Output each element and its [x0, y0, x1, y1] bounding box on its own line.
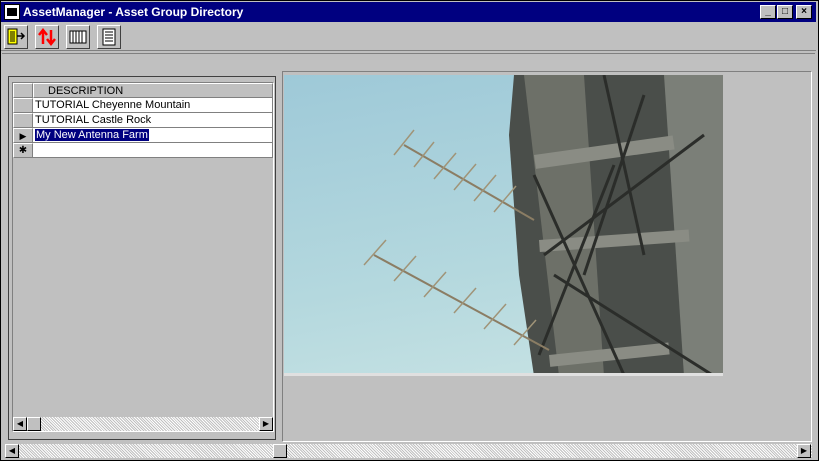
- columns-button[interactable]: [66, 25, 90, 49]
- scroll-left-button[interactable]: ◀: [13, 417, 27, 431]
- title-bar[interactable]: AssetManager - Asset Group Directory _ □…: [1, 2, 816, 22]
- toolbar: [1, 23, 816, 51]
- table-row-selected[interactable]: My New Antenna Farm: [33, 128, 273, 143]
- description-cell: TUTORIAL Cheyenne Mountain: [35, 99, 191, 111]
- app-icon[interactable]: [4, 4, 20, 20]
- sort-button[interactable]: [35, 25, 59, 49]
- sort-arrows-icon: [38, 27, 56, 47]
- new-record-row[interactable]: [33, 143, 273, 158]
- row-selector[interactable]: [13, 98, 33, 113]
- antenna-tower-illustration: [284, 75, 723, 376]
- current-row-indicator[interactable]: ▶: [13, 128, 33, 143]
- main-scroll-right-button[interactable]: ▶: [797, 444, 811, 458]
- description-column-header[interactable]: DESCRIPTION: [33, 83, 273, 98]
- description-cell[interactable]: My New Antenna Farm: [35, 129, 149, 141]
- form-view-icon: [102, 28, 116, 46]
- asset-image-panel: [282, 71, 812, 442]
- form-view-button[interactable]: [97, 25, 121, 49]
- table-row[interactable]: TUTORIAL Castle Rock: [33, 113, 273, 128]
- new-row-indicator[interactable]: ✱: [13, 143, 33, 158]
- scroll-thumb[interactable]: [27, 417, 41, 431]
- scroll-right-button[interactable]: ▶: [259, 417, 273, 431]
- grid-horizontal-scrollbar[interactable]: [13, 417, 273, 431]
- window-title: AssetManager - Asset Group Directory: [23, 5, 244, 19]
- main-scroll-left-button[interactable]: ◀: [5, 444, 19, 458]
- maximize-button[interactable]: □: [777, 5, 793, 19]
- grid-corner[interactable]: [13, 83, 33, 98]
- columns-icon: [69, 30, 87, 44]
- row-selector[interactable]: [13, 113, 33, 128]
- close-button[interactable]: ×: [796, 5, 812, 19]
- exit-button[interactable]: [4, 25, 28, 49]
- minimize-button[interactable]: _: [760, 5, 776, 19]
- asset-group-grid: DESCRIPTION TUTORIAL Cheyenne Mountain T…: [12, 82, 274, 432]
- description-cell: TUTORIAL Castle Rock: [35, 114, 152, 126]
- table-row[interactable]: TUTORIAL Cheyenne Mountain: [33, 98, 273, 113]
- antenna-tower-photo: [284, 75, 723, 376]
- exit-door-icon: [7, 28, 26, 45]
- main-scroll-thumb[interactable]: [273, 444, 287, 458]
- main-horizontal-scrollbar[interactable]: [5, 444, 812, 458]
- asset-group-grid-panel: DESCRIPTION TUTORIAL Cheyenne Mountain T…: [8, 76, 276, 440]
